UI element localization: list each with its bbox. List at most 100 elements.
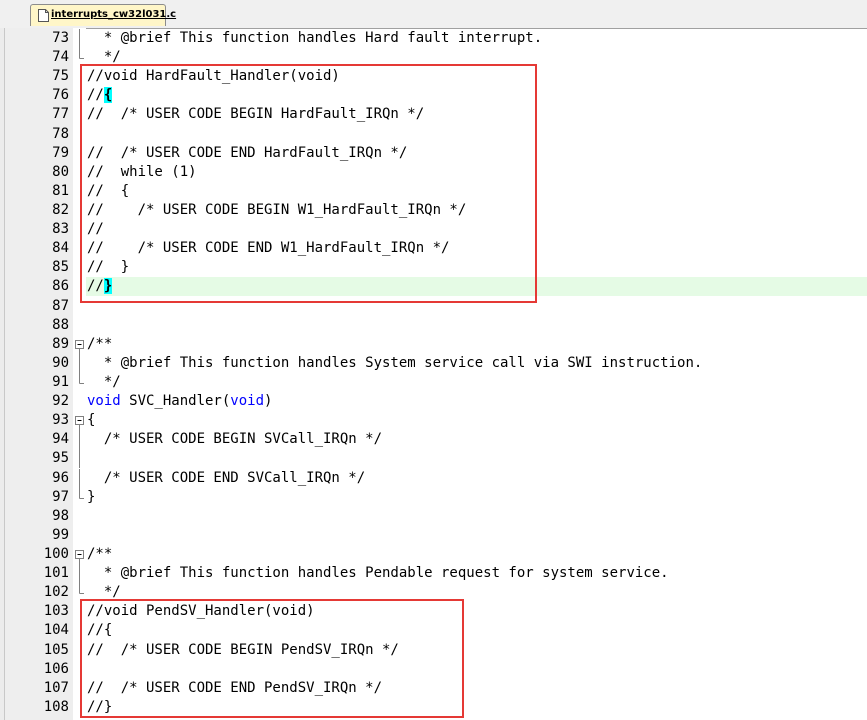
code-line[interactable]: 105 // /* USER CODE BEGIN PendSV_IRQn */ [0, 641, 867, 660]
line-number: 101 [43, 565, 69, 582]
code-line[interactable]: 80 // while (1) [0, 163, 867, 182]
line-number: 74 [52, 49, 69, 66]
code-line[interactable]: 96 /* USER CODE END SVCall_IRQn */ [0, 468, 867, 488]
matched-brace: { [103, 87, 113, 104]
code-text: // { [87, 182, 130, 199]
code-line[interactable]: 100 /** [0, 545, 867, 564]
code-text: // } [87, 259, 130, 276]
code-line[interactable]: 85 // } [0, 258, 867, 277]
line-number: 75 [52, 68, 69, 85]
line-number: 82 [52, 201, 69, 218]
code-text: // /* USER CODE END PendSV_IRQn */ [87, 679, 383, 696]
line-number: 99 [52, 526, 69, 543]
fold-collapse-icon[interactable] [73, 335, 86, 354]
line-number: 92 [52, 393, 69, 410]
fold-line [79, 468, 80, 488]
code-line[interactable]: 98 [0, 507, 867, 526]
line-number: 106 [43, 660, 69, 677]
fold-end [79, 583, 84, 595]
current-line-highlight [86, 277, 867, 297]
code-text: * @brief This function handles Hard faul… [87, 30, 543, 46]
line-number: 76 [52, 87, 69, 104]
fold-line [79, 430, 80, 450]
code-line[interactable]: 103 //void PendSV_Handler(void) [0, 602, 867, 621]
line-number: 93 [52, 412, 69, 429]
fold-end [79, 487, 84, 499]
keyword: void [230, 393, 265, 410]
code-text: /** [87, 335, 113, 352]
code-line[interactable]: 86 //} [0, 277, 867, 297]
fold-line [79, 29, 80, 48]
fold-collapse-icon[interactable] [73, 411, 86, 431]
file-icon [38, 9, 49, 22]
code-line[interactable]: 82 // /* USER CODE BEGIN W1_HardFault_IRQ… [0, 201, 867, 220]
keyword: void [87, 393, 121, 410]
matched-brace: } [103, 278, 113, 295]
code-text: /** [87, 545, 113, 562]
code-line[interactable]: 77 // /* USER CODE BEGIN HardFault_IRQn *… [0, 105, 867, 124]
code-text: { [87, 412, 96, 429]
code-line[interactable]: 76 //{ [0, 86, 867, 105]
line-number: 94 [52, 431, 69, 448]
line-number: 98 [52, 507, 69, 524]
code-line[interactable]: 87 [0, 297, 867, 316]
code-text: * @brief This function handles System se… [87, 354, 703, 371]
code-text: * @brief This function handles Pendable … [87, 565, 669, 582]
line-number: 78 [52, 125, 69, 142]
line-number: 103 [43, 603, 69, 620]
code-line[interactable]: 78 [0, 125, 867, 144]
code-line[interactable]: 74 */ [0, 48, 867, 67]
code-text: // /* USER CODE END HardFault_IRQn */ [87, 144, 408, 161]
code-text: // [87, 221, 104, 238]
code-line[interactable]: 75 //void HardFault_Handler(void) [0, 67, 867, 86]
code-line[interactable]: 107 // /* USER CODE END PendSV_IRQn */ [0, 679, 867, 698]
line-number: 104 [43, 622, 69, 639]
line-number: 77 [52, 106, 69, 123]
code-line[interactable]: 79 // /* USER CODE END HardFault_IRQn */ [0, 144, 867, 163]
line-number: 83 [52, 221, 69, 238]
line-number: 84 [52, 240, 69, 257]
line-number: 102 [43, 584, 69, 601]
code-line[interactable]: 104 //{ [0, 621, 867, 640]
code-line[interactable]: 84 // /* USER CODE END W1_HardFault_IRQn … [0, 239, 867, 258]
code-line[interactable]: 106 [0, 660, 867, 679]
code-line[interactable]: 97} [0, 487, 867, 507]
line-number: 89 [52, 335, 69, 352]
line-number: 97 [52, 488, 69, 505]
code-line[interactable]: 93 { [0, 411, 867, 431]
code-line[interactable]: 101 * @brief This function handles Penda… [0, 564, 867, 584]
code-text: } [87, 488, 96, 505]
code-line[interactable]: 83 // [0, 220, 867, 239]
code-line[interactable]: 99 [0, 526, 867, 545]
line-number: 87 [52, 297, 69, 314]
code-line[interactable]: 81 // { [0, 182, 867, 201]
fold-collapse-icon[interactable] [73, 545, 86, 564]
line-number: 100 [43, 545, 69, 562]
code-line[interactable]: 92 void SVC_Handler(void) [0, 392, 867, 411]
code-line[interactable]: 89 /** [0, 335, 867, 354]
code-line[interactable]: 73 * @brief This function handles Hard f… [0, 29, 867, 48]
code-text: //} [87, 698, 113, 715]
code-line[interactable]: 88 [0, 316, 867, 335]
code-line[interactable]: 94 /* USER CODE BEGIN SVCall_IRQn */ [0, 430, 867, 450]
tab-interrupts-file[interactable]: interrupts_cw32l031.c [30, 4, 176, 26]
code-text: /* USER CODE END SVCall_IRQn */ [87, 469, 366, 486]
line-number: 80 [52, 163, 69, 180]
line-number: 86 [52, 278, 69, 295]
code-line[interactable]: 90 * @brief This function handles System… [0, 353, 867, 373]
punctuation: ) [264, 393, 273, 410]
tab-bar: interrupts_cw32l031.c [0, 0, 867, 29]
line-number: 96 [52, 469, 69, 486]
code-text: //{ [87, 622, 113, 639]
line-number: 73 [52, 30, 69, 46]
line-number: 95 [52, 450, 69, 467]
code-text: // while (1) [87, 163, 197, 180]
code-line[interactable]: 95 [0, 449, 867, 469]
code-text: */ [87, 584, 121, 601]
code-line[interactable]: 102 */ [0, 583, 867, 602]
line-number: 105 [43, 641, 69, 658]
code-text: */ [87, 49, 121, 66]
code-line[interactable]: 108 //} [0, 698, 867, 717]
code-text: void SVC_Handler(void) [87, 392, 272, 411]
code-line[interactable]: 91 */ [0, 372, 867, 392]
